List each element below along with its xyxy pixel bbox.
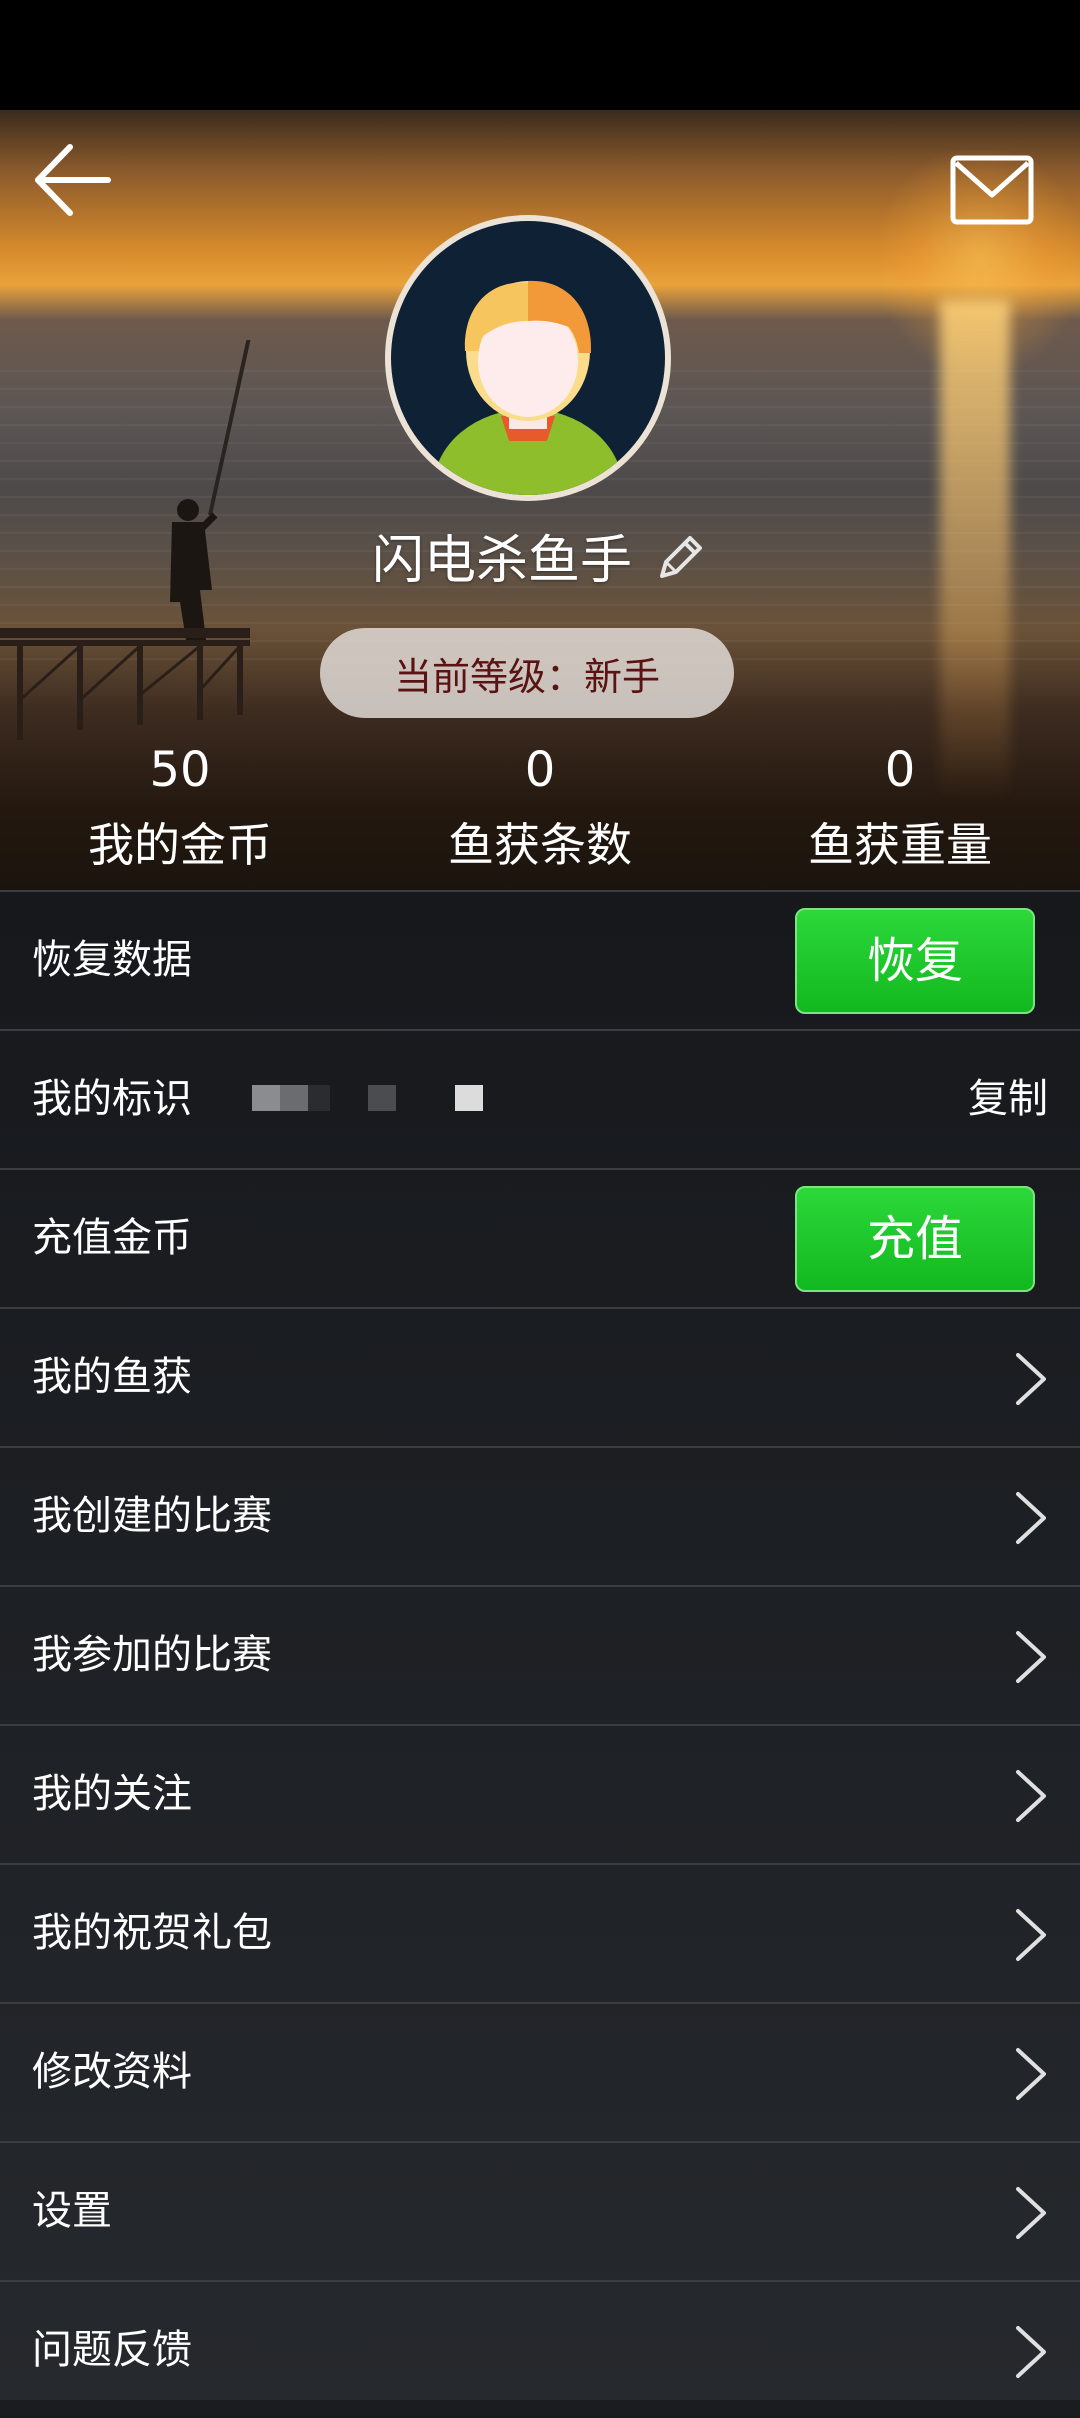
stat-value: 0: [524, 742, 556, 798]
edit-pencil-icon[interactable]: [652, 530, 708, 586]
chevron-right-icon: [1016, 1909, 1046, 1961]
stat-coins[interactable]: 50 我的金币: [30, 735, 330, 885]
row-label: 设置: [32, 2188, 112, 2234]
row-label: 我的关注: [32, 1771, 192, 1817]
mail-icon[interactable]: [950, 155, 1034, 225]
back-arrow-icon[interactable]: [30, 135, 120, 225]
stat-value: 0: [884, 742, 916, 798]
menu-item-edit-profile[interactable]: 修改资料: [0, 2002, 1080, 2140]
chevron-right-icon: [1016, 2048, 1046, 2100]
row-label: 我的标识: [32, 1076, 192, 1122]
user-id-value: [252, 1085, 483, 1111]
recharge-button[interactable]: 充值: [795, 1186, 1035, 1292]
chevron-right-icon: [1016, 1353, 1046, 1405]
row-label: 修改资料: [32, 2049, 192, 2095]
menu-item-joined-matches[interactable]: 我参加的比赛: [0, 1585, 1080, 1723]
avatar-illustration-icon: [433, 280, 623, 495]
menu-item-feedback[interactable]: 问题反馈: [0, 2280, 1080, 2418]
stat-label: 鱼获重量: [808, 818, 992, 872]
username-row: 闪电杀鱼手: [0, 520, 1080, 591]
chevron-right-icon: [1016, 1492, 1046, 1544]
menu-item-created-matches[interactable]: 我创建的比赛: [0, 1446, 1080, 1584]
menu-item-following[interactable]: 我的关注: [0, 1724, 1080, 1862]
stat-value: 50: [149, 742, 211, 798]
stats-row: 50 我的金币 0 鱼获条数 0 鱼获重量: [0, 735, 1080, 885]
status-bar: [0, 0, 1080, 110]
stat-catch-count[interactable]: 0 鱼获条数: [390, 735, 690, 885]
restore-button[interactable]: 恢复: [795, 908, 1035, 1014]
user-id-row: 我的标识 复制: [0, 1029, 1080, 1167]
row-label: 恢复数据: [32, 937, 192, 983]
stat-label: 我的金币: [88, 818, 272, 872]
menu-item-gift-packs[interactable]: 我的祝贺礼包: [0, 1863, 1080, 2001]
row-label: 我创建的比赛: [32, 1493, 272, 1539]
stat-label: 鱼获条数: [448, 818, 632, 872]
stat-catch-weight[interactable]: 0 鱼获重量: [750, 735, 1050, 885]
level-text: 当前等级：新手: [393, 654, 660, 699]
row-label: 我的鱼获: [32, 1354, 192, 1400]
recharge-row: 充值金币 充值: [0, 1168, 1080, 1306]
row-label: 充值金币: [32, 1215, 192, 1261]
restore-data-row: 恢复数据 恢复: [0, 890, 1080, 1028]
chevron-right-icon: [1016, 1631, 1046, 1683]
level-badge: 当前等级：新手: [320, 628, 734, 718]
copy-button[interactable]: 复制: [968, 1031, 1048, 1167]
profile-menu: 恢复数据 恢复 我的标识 复制 充值金币 充值 我的鱼获 我创建的比赛 我参加的…: [0, 890, 1080, 2400]
avatar[interactable]: [385, 215, 671, 501]
profile-header: 闪电杀鱼手 当前等级：新手 50 我的金币 0 鱼获条数 0 鱼获重量: [0, 110, 1080, 890]
chevron-right-icon: [1016, 2187, 1046, 2239]
row-label: 我参加的比赛: [32, 1632, 272, 1678]
avatar-image: [391, 221, 665, 495]
chevron-right-icon: [1016, 1770, 1046, 1822]
menu-item-settings[interactable]: 设置: [0, 2141, 1080, 2279]
username: 闪电杀鱼手: [371, 530, 632, 591]
menu-item-my-catches[interactable]: 我的鱼获: [0, 1307, 1080, 1445]
chevron-right-icon: [1016, 2326, 1046, 2378]
row-label: 问题反馈: [32, 2327, 192, 2373]
row-label: 我的祝贺礼包: [32, 1910, 272, 1956]
